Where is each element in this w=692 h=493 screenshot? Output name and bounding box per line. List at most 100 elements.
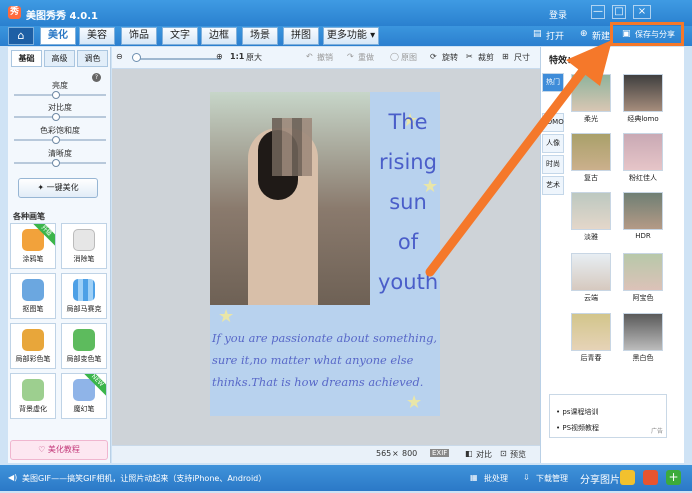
home-icon[interactable]: ⌂ xyxy=(8,27,34,45)
title-line: The xyxy=(388,110,428,134)
blur-background-button[interactable]: 背景虚化 xyxy=(10,373,56,419)
brightness-label: 亮度 xyxy=(52,81,68,90)
doodle-brush-button[interactable]: 涂鸦笔 升级 xyxy=(10,223,56,269)
one-click-beautify-button[interactable]: ✦ 一键美化 xyxy=(18,178,98,198)
tab-collage[interactable]: 拼图 xyxy=(283,27,319,45)
category-portrait[interactable]: 人像 xyxy=(542,134,564,153)
effect-retro[interactable]: 复古 xyxy=(571,133,611,183)
new-button[interactable]: 新建 xyxy=(592,29,610,42)
saturation-slider[interactable]: 色彩饱和度 xyxy=(14,125,106,144)
category-hot[interactable]: 热门 xyxy=(542,73,564,92)
open-button[interactable]: 打开 xyxy=(546,29,564,42)
tab-scene[interactable]: 场景 xyxy=(242,27,278,45)
tab-text[interactable]: 文字 xyxy=(162,27,198,45)
close-button[interactable]: × xyxy=(633,5,651,19)
effect-label: 柔光 xyxy=(584,115,598,123)
tab-beauty[interactable]: 美容 xyxy=(79,27,115,45)
download-manager-button[interactable]: 下载管理 xyxy=(536,473,568,484)
effect-youth[interactable]: 后青春 xyxy=(571,313,611,363)
rotate-button[interactable]: 旋转 xyxy=(442,52,458,63)
share-image-button[interactable]: 分享图片 xyxy=(580,471,620,486)
compare-button[interactable]: 对比 xyxy=(476,449,492,460)
portrait-photo xyxy=(210,92,370,305)
recolor-brush-button[interactable]: 局部变色笔 xyxy=(61,323,107,369)
category-fashion[interactable]: 时尚 xyxy=(542,155,564,174)
category-lomo[interactable]: LOMO xyxy=(542,113,564,132)
tab-border[interactable]: 边框 xyxy=(201,27,237,45)
minimize-button[interactable]: — xyxy=(591,5,605,19)
effect-soft-light[interactable]: 柔光 xyxy=(571,74,611,124)
batch-process-button[interactable]: 批处理 xyxy=(484,473,508,484)
tab-more-features[interactable]: 更多功能 ▾ xyxy=(323,27,379,45)
zoom-out-icon[interactable]: ⊖ xyxy=(116,52,123,61)
new-icon: ⊕ xyxy=(580,29,588,39)
category-art[interactable]: 艺术 xyxy=(542,176,564,195)
preview-button[interactable]: 预览 xyxy=(510,449,526,460)
crop-button[interactable]: 裁剪 xyxy=(478,52,494,63)
title-line: of xyxy=(397,230,419,254)
effect-label: 阿宝色 xyxy=(632,294,654,302)
effect-cloud[interactable]: 云端 xyxy=(571,253,611,303)
resize-button[interactable]: 尺寸 xyxy=(514,52,530,63)
edited-photo[interactable]: ★ ★ ★ ★ The rising sun of youth If you a… xyxy=(210,92,440,416)
redo-button[interactable]: 重做 xyxy=(358,52,374,63)
effect-pink-lady[interactable]: 粉红佳人 xyxy=(623,133,663,183)
undo-icon: ↶ xyxy=(306,52,313,61)
effect-label: 云端 xyxy=(584,294,598,302)
contrast-slider[interactable]: 对比度 xyxy=(14,102,106,121)
effect-hdr[interactable]: HDR xyxy=(623,192,663,242)
zoom-in-icon[interactable]: ⊕ xyxy=(216,52,223,61)
magic-brush-button[interactable]: 魔幻笔 NEW xyxy=(61,373,107,419)
tab-beautify[interactable]: 美化 xyxy=(40,27,76,45)
weibo-icon[interactable] xyxy=(643,470,658,485)
mosaic-icon xyxy=(73,279,95,301)
effect-abao[interactable]: 阿宝色 xyxy=(623,253,663,303)
effect-thumbnail xyxy=(623,133,663,171)
original-size-button[interactable]: 原大 xyxy=(246,52,262,63)
brush-label: 涂鸦笔 xyxy=(22,255,44,263)
star-decoration: ★ xyxy=(218,306,235,327)
tab-accessories[interactable]: 饰品 xyxy=(121,27,157,45)
eraser-brush-button[interactable]: 消除笔 xyxy=(61,223,107,269)
tab-color[interactable]: 调色 xyxy=(77,50,108,67)
add-icon[interactable]: + xyxy=(666,470,681,485)
title-bar: 秀 美图秀秀 4.0.1 登录 — □ × xyxy=(0,0,692,26)
effect-label: 粉红佳人 xyxy=(629,174,657,182)
zoom-slider-handle[interactable] xyxy=(132,53,141,62)
color-brush-icon xyxy=(22,329,44,351)
cutout-brush-button[interactable]: 抠图笔 xyxy=(10,273,56,319)
original-button[interactable]: 原图 xyxy=(401,52,417,63)
gif-camera-notice[interactable]: 美图GIF——搞笑GIF相机，让照片动起来（支持iPhone、Android） xyxy=(22,473,266,484)
effect-elegant[interactable]: 淡雅 xyxy=(571,192,611,242)
wand-icon: ✦ xyxy=(37,183,47,192)
color-brush-button[interactable]: 局部彩色笔 xyxy=(10,323,56,369)
exif-button[interactable]: EXIF xyxy=(430,449,450,457)
effect-thumbnail xyxy=(571,74,611,112)
login-link[interactable]: 登录 xyxy=(549,8,567,21)
edit-toolbar: ⊖ ⊕ 1:1 原大 ↶ 撤销 ↷ 重做 ◯ 原图 ⟳ 旋转 ✂ 裁剪 ⊞ 尺寸 xyxy=(112,47,540,69)
contrast-label: 对比度 xyxy=(48,103,72,112)
favorite-icon[interactable] xyxy=(620,470,635,485)
ad-tag: 广告 xyxy=(650,428,663,435)
brush-label: 局部变色笔 xyxy=(66,355,102,363)
eraser-icon xyxy=(73,229,95,251)
zoom-slider[interactable] xyxy=(136,58,221,60)
maximize-button[interactable]: □ xyxy=(612,5,626,19)
undo-button[interactable]: 撤销 xyxy=(317,52,333,63)
sharpness-slider[interactable]: 清晰度 xyxy=(14,148,106,167)
one-click-label: 一键美化 xyxy=(46,183,79,192)
zoom-ratio[interactable]: 1:1 xyxy=(230,52,244,61)
save-share-highlight xyxy=(610,22,684,46)
ad-link-label: ps课程培训 xyxy=(562,408,599,416)
title-line: sun xyxy=(389,190,427,214)
beautify-tutorial-link[interactable]: ♡ 美化教程 xyxy=(10,440,108,460)
ad-link-1[interactable]: • ps课程培训 xyxy=(556,407,598,417)
tab-basic[interactable]: 基础 xyxy=(11,50,42,67)
brightness-slider[interactable]: 亮度 xyxy=(14,80,106,99)
ad-link-2[interactable]: • PS视频教程 xyxy=(556,423,599,433)
mosaic-brush-button[interactable]: 局部马赛克 xyxy=(61,273,107,319)
effect-classic-lomo[interactable]: 经典lomo xyxy=(623,74,663,124)
effect-black-white[interactable]: 黑白色 xyxy=(623,313,663,363)
effect-label: 经典lomo xyxy=(627,115,659,123)
tab-advanced[interactable]: 高级 xyxy=(44,50,75,67)
